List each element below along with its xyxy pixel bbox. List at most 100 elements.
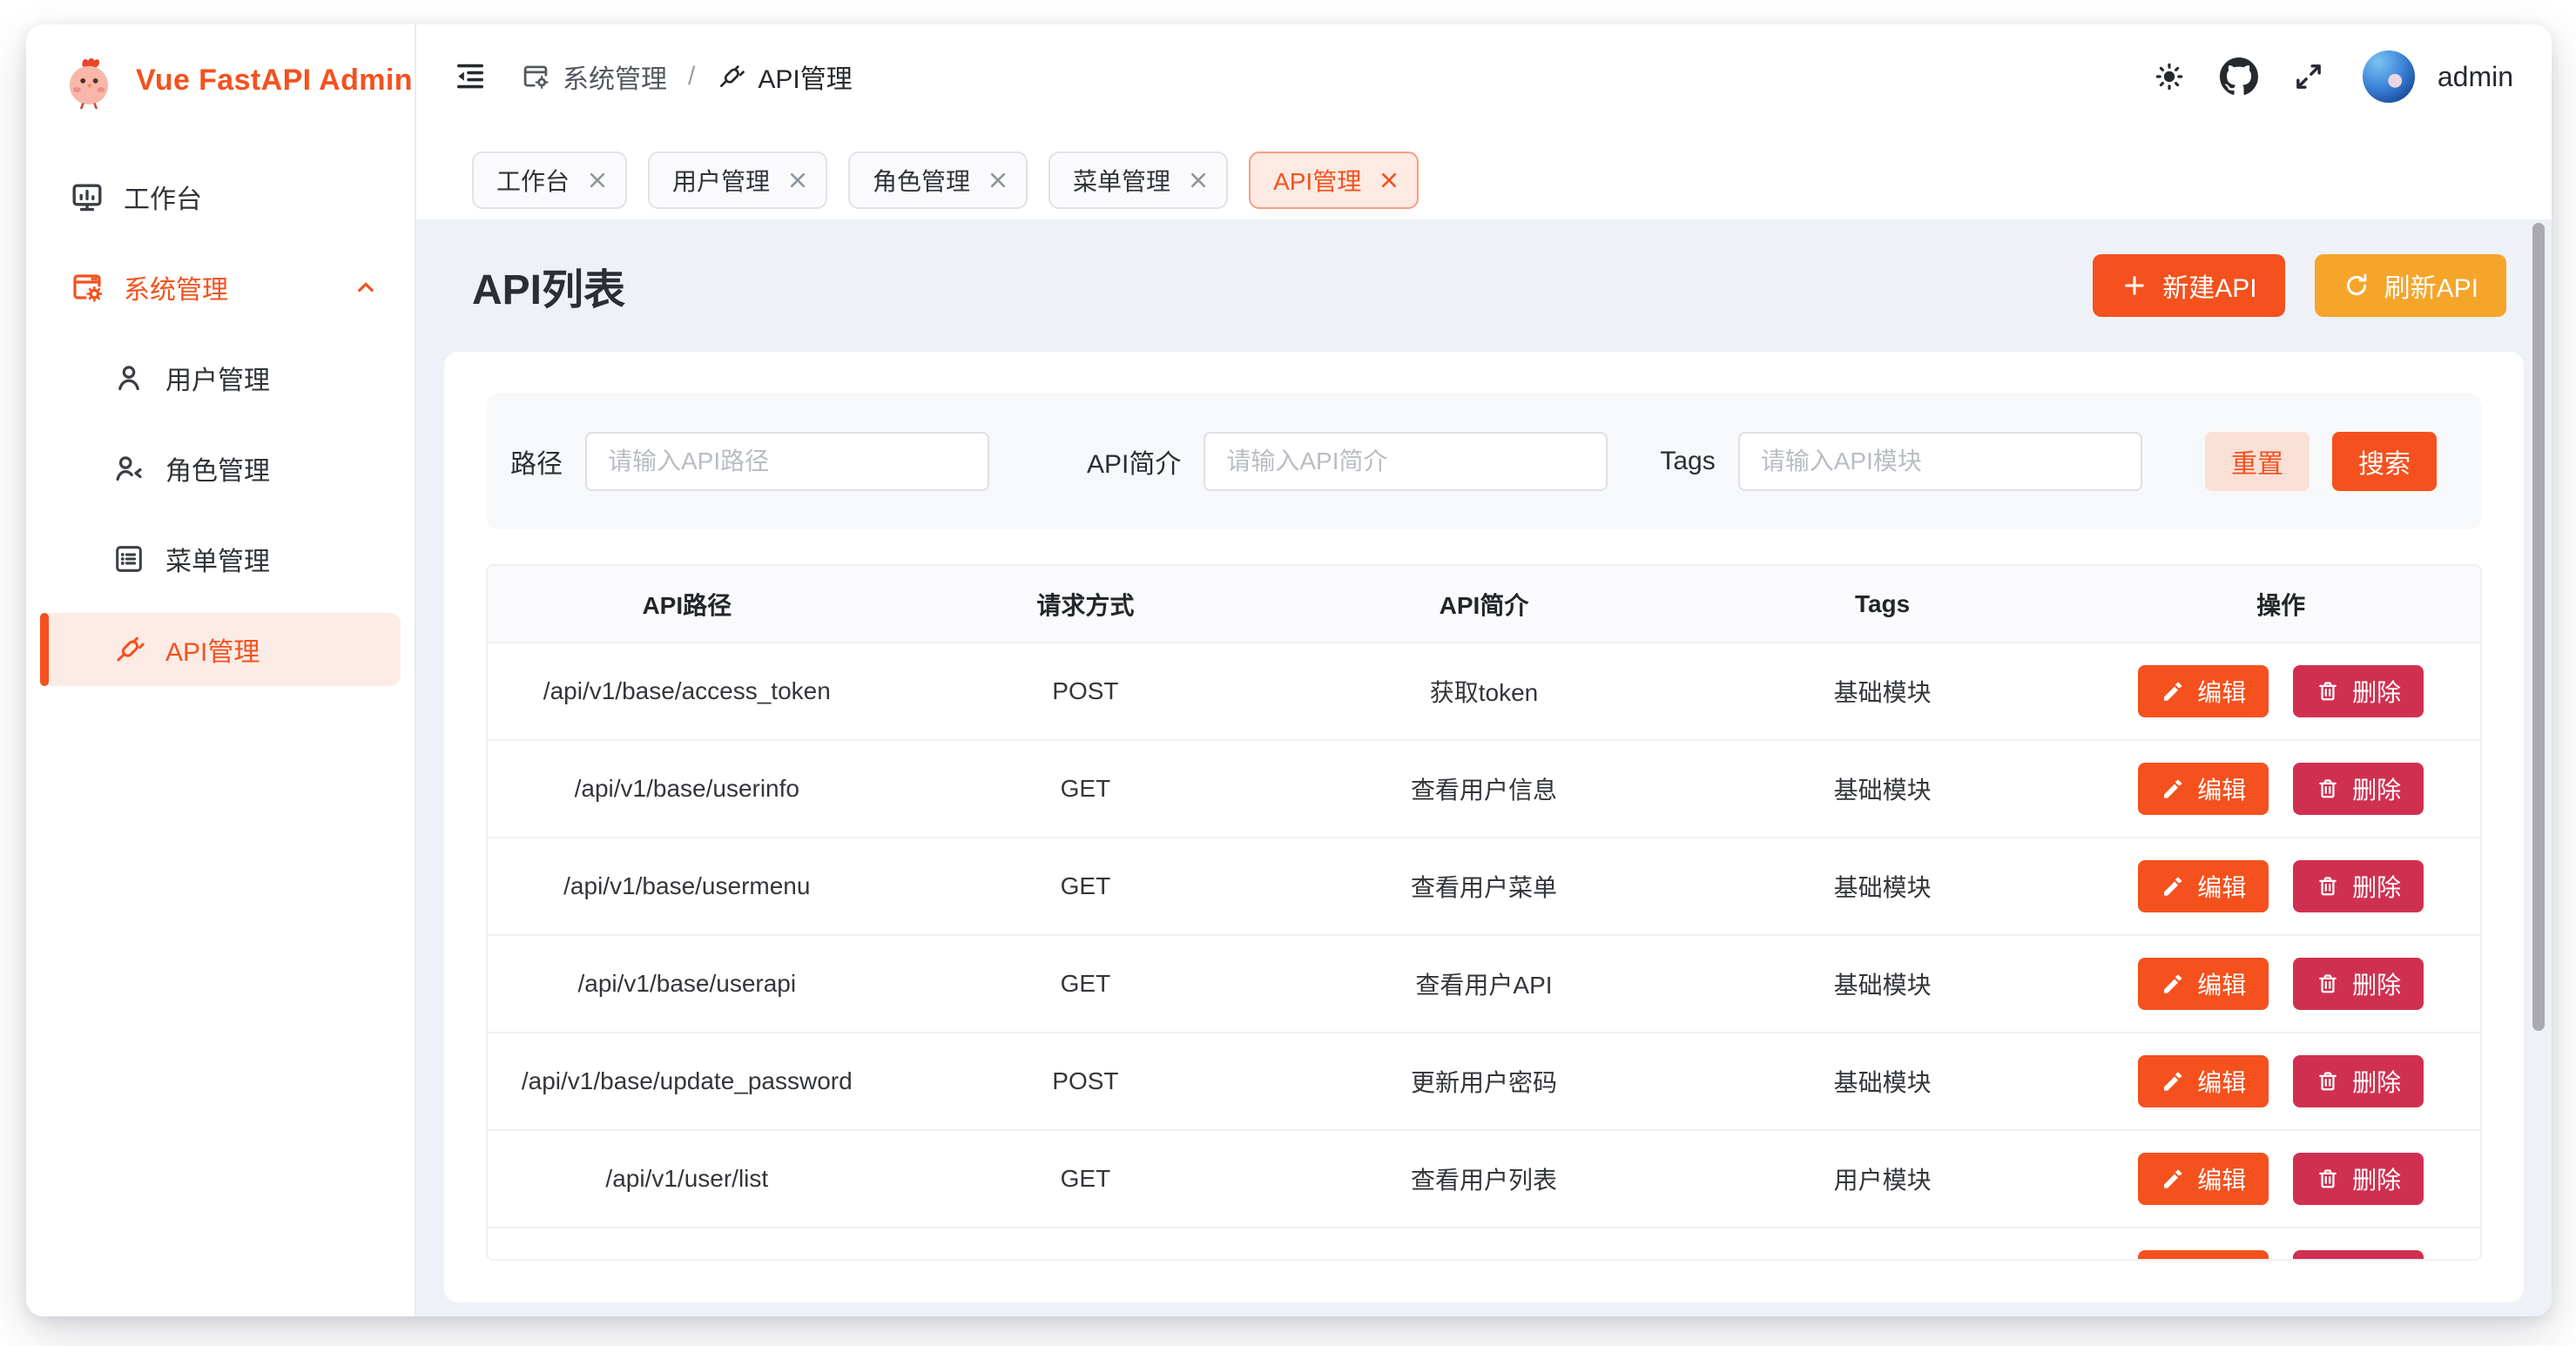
tab-label: 角色管理 [873, 163, 970, 198]
sidebar-item-api[interactable]: API管理 [40, 613, 401, 686]
app-logo[interactable]: Vue FastAPI Admin [26, 24, 415, 136]
new-api-button[interactable]: 新建API [2093, 254, 2284, 317]
breadcrumb-item-api[interactable]: API管理 [716, 57, 852, 96]
page-content: API列表 新建API 刷新API [416, 219, 2552, 1316]
delete-label: 删除 [2352, 966, 2401, 1001]
summary-cell: 查看用户菜单 [1285, 838, 1683, 935]
edit-label: 编辑 [2197, 1064, 2246, 1099]
edit-button[interactable]: 编辑 [2138, 1250, 2269, 1261]
tab-label: 用户管理 [672, 163, 770, 198]
api-path-cell: /api/v1/base/access_token [488, 643, 887, 740]
expand-icon[interactable] [2279, 47, 2338, 106]
edit-button[interactable]: 编辑 [2138, 763, 2269, 815]
close-icon[interactable] [1190, 172, 1207, 189]
close-icon[interactable] [989, 172, 1007, 189]
trash-icon [2316, 972, 2340, 996]
summary-cell: 获取token [1285, 643, 1683, 740]
plus-icon [2121, 272, 2148, 299]
username[interactable]: admin [2438, 61, 2513, 93]
sidebar-item-users[interactable]: 用户管理 [40, 341, 401, 414]
tab-label: API管理 [1273, 163, 1361, 198]
table-row: /api/v1/base/userinfo GET 查看用户信息 基础模块 编辑 [488, 740, 2480, 838]
method-cell: GET [887, 935, 1285, 1033]
trash-icon [2316, 874, 2340, 898]
api-path-cell: /api/v1/base/userapi [488, 935, 887, 1033]
reset-button[interactable]: 重置 [2205, 432, 2310, 491]
tab-api[interactable]: API管理 [1249, 151, 1419, 209]
tab-bar: 工作台 用户管理 角色管理 菜单管理 API管理 [416, 129, 2552, 219]
api-table-body: /api/v1/base/access_token POST 获取token 基… [488, 643, 2480, 1261]
pencil-icon [2161, 1167, 2185, 1191]
actions-cell: 编辑 删除 [2081, 1228, 2480, 1261]
edit-button[interactable]: 编辑 [2138, 1153, 2269, 1205]
delete-button[interactable]: 删除 [2293, 1153, 2424, 1205]
edit-button[interactable]: 编辑 [2138, 665, 2269, 717]
path-filter-label: 路径 [510, 442, 563, 481]
edit-label: 编辑 [2197, 771, 2246, 806]
sidebar-item-roles[interactable]: 角色管理 [40, 432, 401, 505]
trash-icon [2316, 679, 2340, 703]
tab-workbench[interactable]: 工作台 [472, 151, 627, 209]
column-header-path: API路径 [488, 566, 887, 643]
edit-button[interactable]: 编辑 [2138, 1055, 2269, 1107]
pencil-icon [2161, 1069, 2185, 1094]
close-icon[interactable] [1380, 172, 1398, 189]
summary-filter-input[interactable] [1204, 432, 1608, 491]
summary-cell: 更新用户密码 [1285, 1033, 1683, 1130]
edit-button[interactable]: 编辑 [2138, 860, 2269, 912]
delete-button[interactable]: 删除 [2293, 1055, 2424, 1107]
breadcrumb-item-system[interactable]: 系统管理 [521, 57, 667, 96]
close-icon[interactable] [789, 172, 806, 189]
column-header-tags: Tags [1683, 566, 2082, 643]
github-icon[interactable] [2209, 47, 2269, 106]
method-cell: GET [887, 740, 1285, 838]
api-path-cell: /api/v1/user/list [488, 1130, 887, 1228]
column-header-method: 请求方式 [887, 566, 1285, 643]
breadcrumb-label: API管理 [758, 57, 852, 96]
close-icon[interactable] [589, 172, 606, 189]
avatar[interactable] [2363, 50, 2415, 103]
actions-cell: 编辑 删除 [2081, 1033, 2480, 1130]
api-path-cell: /api/v1/user/get [488, 1228, 887, 1261]
tab-menus[interactable]: 菜单管理 [1049, 151, 1228, 209]
sidebar-item-system[interactable]: 系统管理 [40, 251, 401, 324]
page-header: API列表 新建API 刷新API [444, 219, 2524, 352]
delete-button[interactable]: 删除 [2293, 860, 2424, 912]
method-cell: GET [887, 838, 1285, 935]
sidebar-item-workbench[interactable]: 工作台 [40, 160, 401, 233]
table-row: /api/v1/base/access_token POST 获取token 基… [488, 643, 2480, 740]
chevron-up-icon [352, 273, 380, 301]
menu-fold-icon[interactable] [441, 47, 500, 106]
delete-button[interactable]: 删除 [2293, 763, 2424, 815]
breadcrumb: 系统管理 / API管理 [521, 57, 853, 96]
edit-label: 编辑 [2197, 674, 2246, 709]
person-arrow-icon [111, 451, 146, 486]
refresh-icon [2343, 272, 2370, 299]
delete-button[interactable]: 删除 [2293, 1250, 2424, 1261]
edit-label: 编辑 [2197, 966, 2246, 1001]
delete-button[interactable]: 删除 [2293, 665, 2424, 717]
column-header-summary: API简介 [1285, 566, 1683, 643]
method-cell: GET [887, 1228, 1285, 1261]
list-box-icon [111, 542, 146, 576]
path-filter-input[interactable] [585, 432, 989, 491]
actions-cell: 编辑 删除 [2081, 740, 2480, 838]
breadcrumb-separator: / [688, 62, 695, 91]
tab-roles[interactable]: 角色管理 [848, 151, 1028, 209]
refresh-api-button[interactable]: 刷新API [2315, 254, 2506, 317]
table-row: /api/v1/base/update_password POST 更新用户密码… [488, 1033, 2480, 1130]
tags-filter-input[interactable] [1738, 432, 2142, 491]
sidebar-item-menus[interactable]: 菜单管理 [40, 522, 401, 596]
column-header-actions: 操作 [2081, 566, 2480, 643]
sidebar-item-label: API管理 [165, 630, 260, 669]
sun-icon[interactable] [2140, 47, 2199, 106]
sidebar-item-label: 工作台 [124, 178, 202, 216]
edit-button[interactable]: 编辑 [2138, 958, 2269, 1010]
app-title: Vue FastAPI Admin [136, 64, 413, 98]
delete-button[interactable]: 删除 [2293, 958, 2424, 1010]
search-button[interactable]: 搜索 [2332, 432, 2437, 491]
api-path-cell: /api/v1/base/userinfo [488, 740, 887, 838]
tab-users[interactable]: 用户管理 [648, 151, 827, 209]
window-gear-icon [521, 62, 550, 91]
content-scrollbar[interactable] [2532, 223, 2545, 1031]
